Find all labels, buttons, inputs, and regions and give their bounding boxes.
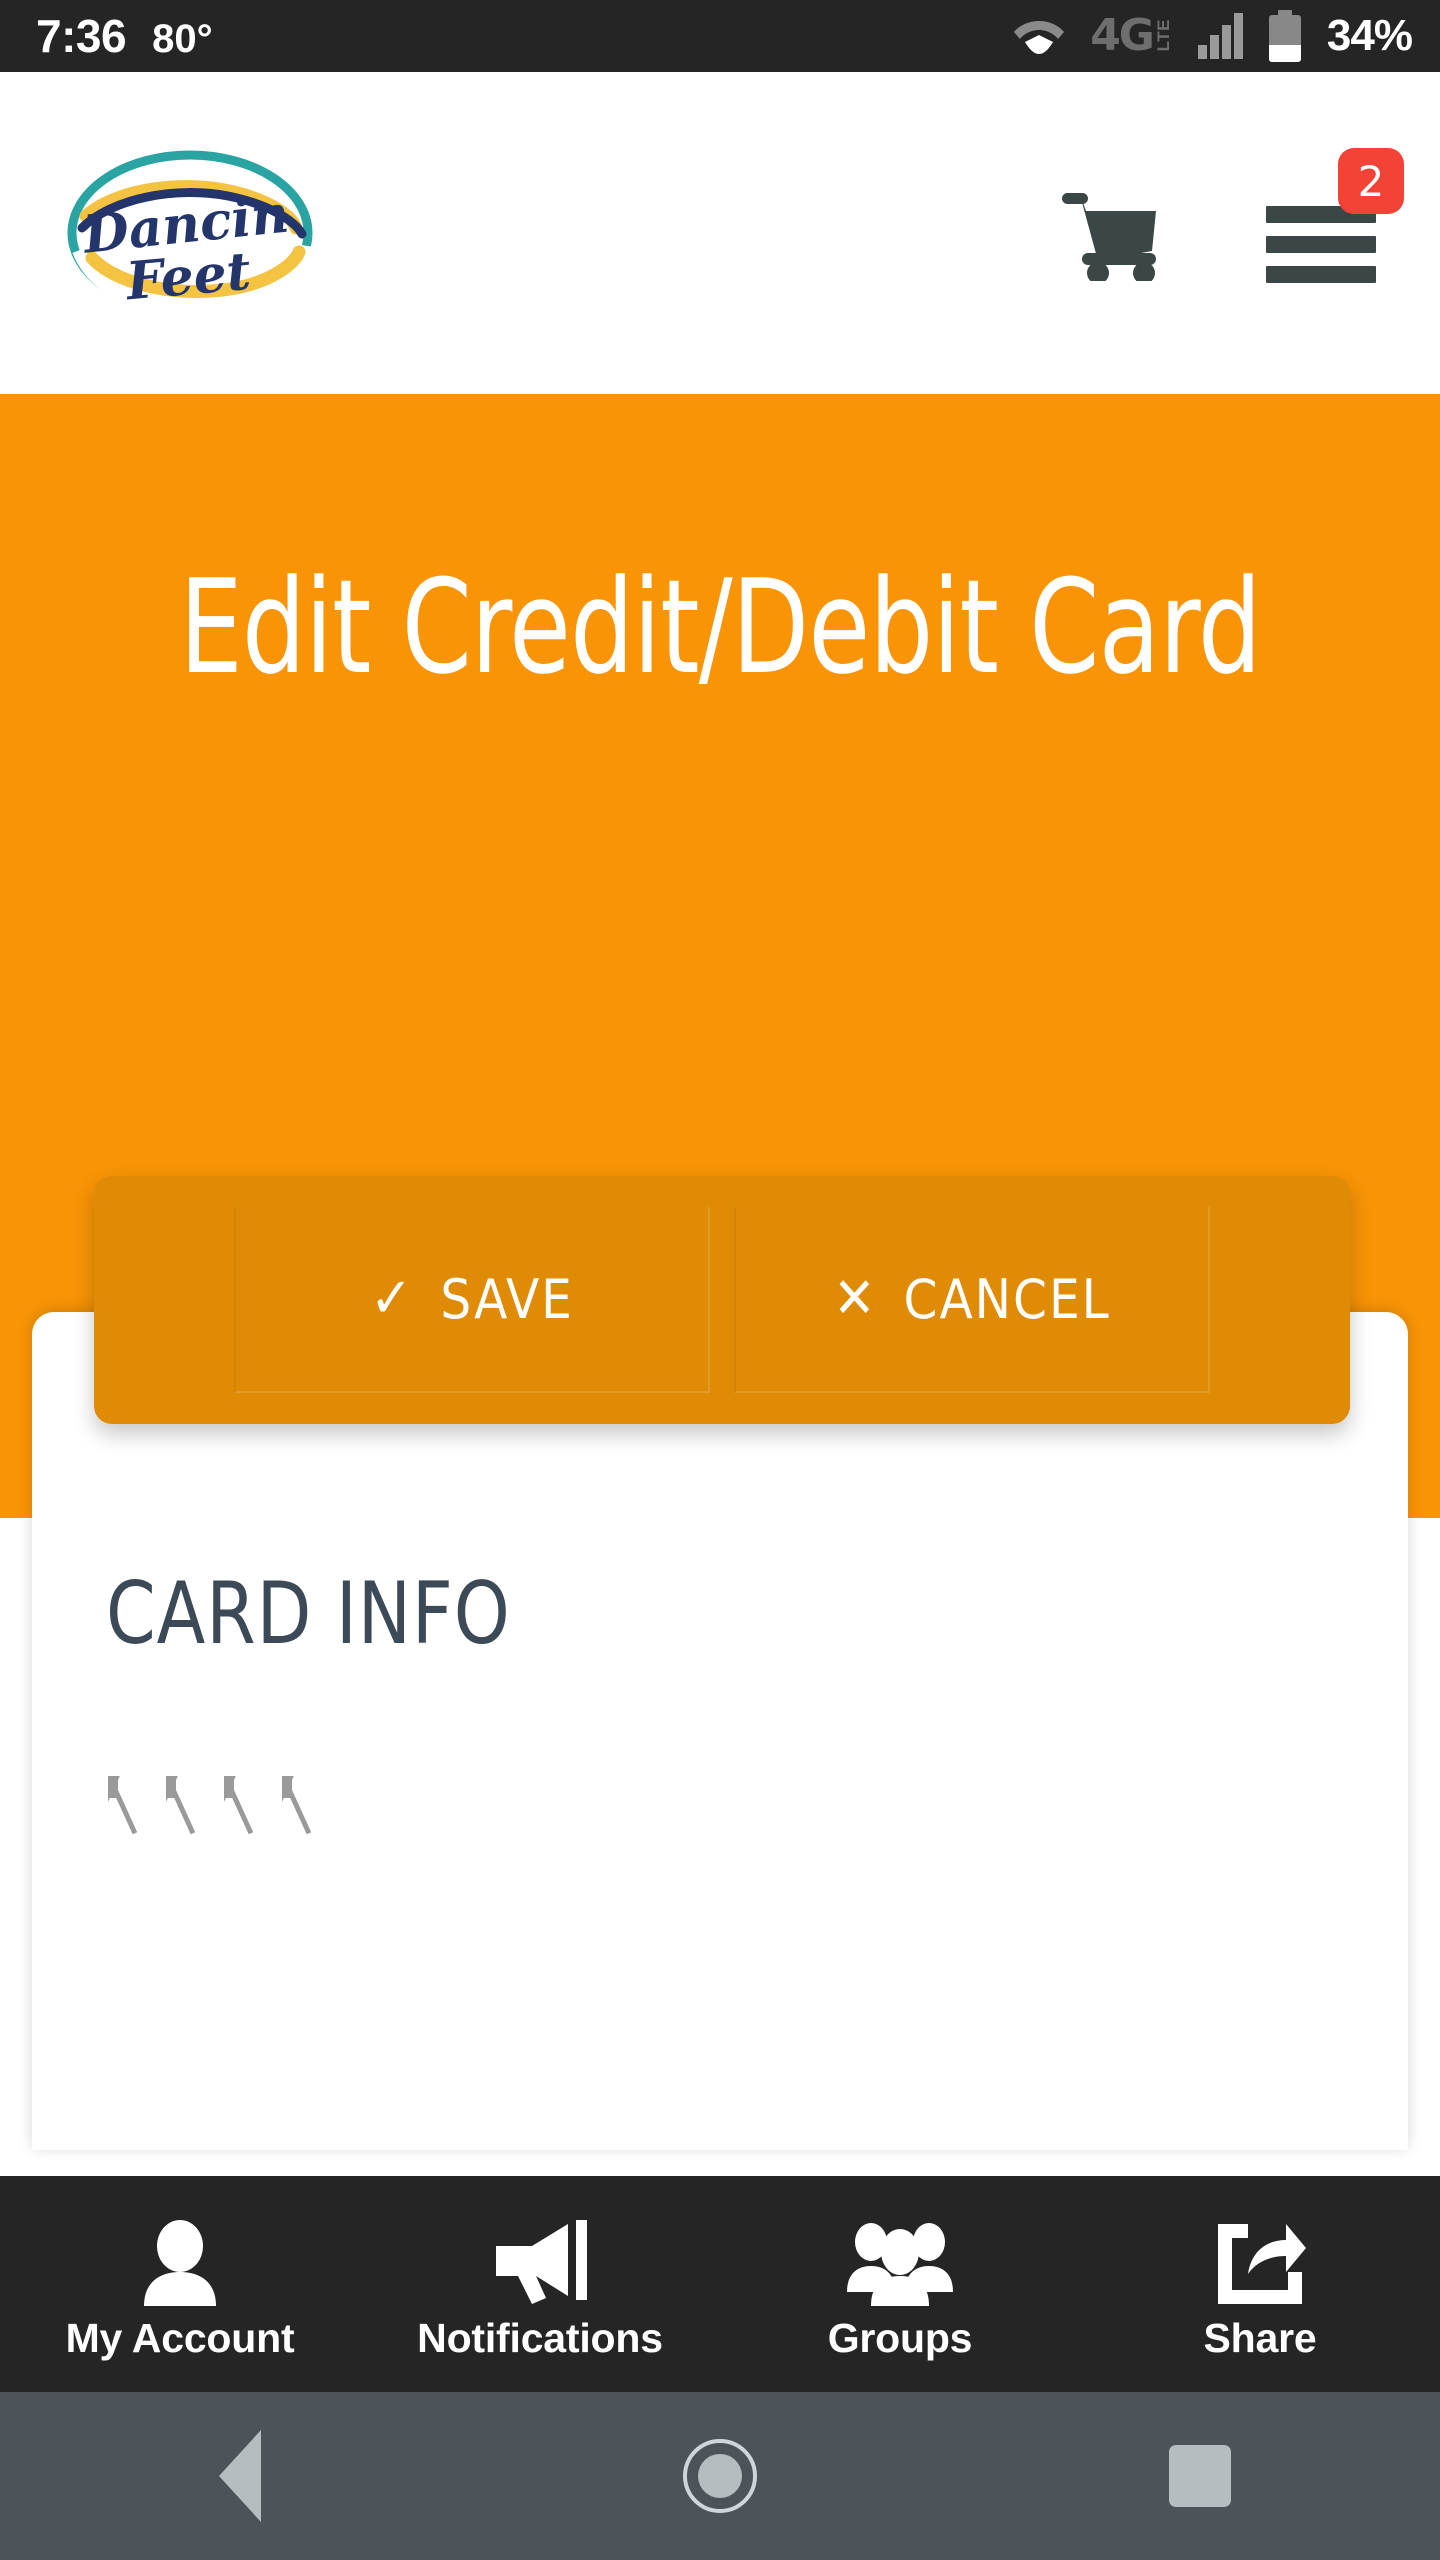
status-bar-left: 7:36 80° [36, 9, 213, 63]
clock-text: 7:36 [36, 10, 127, 62]
svg-text:Feet: Feet [122, 241, 253, 313]
nav-back-button[interactable] [150, 2392, 330, 2560]
page-title: Edit Credit/Debit Card [179, 551, 1261, 703]
cancel-button[interactable]: ✕ CANCEL [734, 1207, 1210, 1393]
tab-share[interactable]: Share [1080, 2176, 1440, 2392]
hamburger-menu-button[interactable]: 2 [1266, 148, 1404, 288]
people-group-icon [845, 2217, 955, 2309]
nav-home-button[interactable] [630, 2392, 810, 2560]
recents-square-icon [1169, 2445, 1231, 2507]
menu-notification-badge: 2 [1338, 148, 1404, 214]
temperature-text: 80° [152, 17, 213, 61]
check-icon: ✓ [370, 1266, 415, 1331]
masked-card-number [108, 1776, 326, 1874]
person-icon [138, 2217, 222, 2309]
signal-bars-icon [1197, 13, 1243, 59]
tab-my-account[interactable]: My Account [0, 2176, 360, 2392]
app-header: Dancin Feet 2 [0, 72, 1440, 394]
app-header-actions: 2 [1060, 148, 1404, 288]
dancin-feet-logo[interactable]: Dancin Feet [56, 142, 324, 324]
tab-label: Groups [827, 2314, 973, 2361]
battery-icon [1268, 10, 1301, 62]
save-button-label: SAVE [440, 1267, 574, 1331]
tab-groups[interactable]: Groups [720, 2176, 1080, 2392]
missing-glyph-box [166, 1776, 210, 1874]
phone-screen: 7:36 80° 4G LTE 34% Dancin Feet 2 Edit C… [0, 0, 1440, 2560]
missing-glyph-box [224, 1776, 268, 1874]
battery-percent-text: 34% [1326, 11, 1413, 60]
wifi-icon [1014, 17, 1065, 55]
save-button[interactable]: ✓ SAVE [234, 1207, 710, 1393]
card-info-panel: CARD INFO [32, 1312, 1408, 2150]
nav-recents-button[interactable] [1110, 2392, 1290, 2560]
tab-label: My Account [65, 2314, 295, 2361]
cart-button[interactable] [1060, 185, 1168, 284]
tab-label: Notifications [417, 2314, 663, 2361]
shopping-cart-icon [1062, 193, 1156, 284]
section-title-card-info: CARD INFO [106, 1564, 511, 1664]
cancel-button-label: CANCEL [903, 1267, 1111, 1331]
android-nav-bar [0, 2392, 1440, 2560]
share-arrow-icon [1214, 2217, 1306, 2309]
megaphone-icon [492, 2217, 588, 2309]
home-circle-icon [683, 2439, 757, 2513]
status-bar: 7:36 80° 4G LTE 34% [0, 0, 1440, 72]
status-bar-right: 4G LTE 34% [1014, 9, 1413, 62]
tab-notifications[interactable]: Notifications [360, 2176, 720, 2392]
bottom-tab-bar: My Account Notifications Groups Share [0, 2176, 1440, 2392]
close-x-icon: ✕ [833, 1266, 878, 1331]
missing-glyph-box [282, 1776, 326, 1874]
action-bar: ✓ SAVE ✕ CANCEL [94, 1176, 1350, 1424]
4g-lte-icon: 4G LTE [1090, 9, 1173, 61]
back-triangle-icon [219, 2430, 261, 2522]
tab-label: Share [1203, 2314, 1317, 2361]
missing-glyph-box [108, 1776, 152, 1874]
